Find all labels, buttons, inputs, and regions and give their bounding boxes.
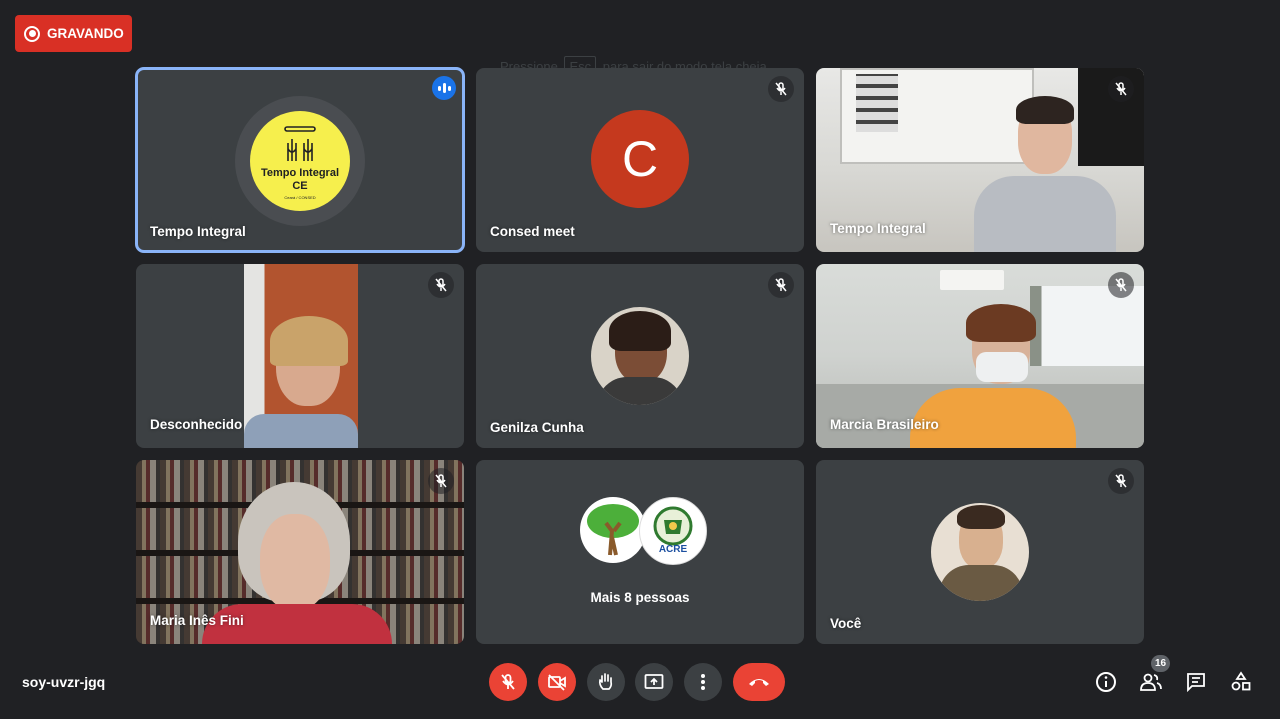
more-participants-tile[interactable]: ACRE Mais 8 pessoas	[476, 460, 804, 644]
camera-toggle-button[interactable]	[538, 663, 576, 701]
tree-logo	[580, 497, 646, 563]
raise-hand-icon	[598, 673, 613, 690]
record-icon	[24, 25, 40, 42]
activities-button[interactable]	[1227, 668, 1255, 696]
present-icon	[644, 674, 664, 689]
participant-name: Tempo Integral	[150, 224, 246, 239]
participant-avatar	[591, 307, 689, 405]
air-conditioner	[940, 270, 1004, 290]
chat-icon	[1187, 673, 1205, 693]
more-participants-label: Mais 8 pessoas	[590, 590, 690, 605]
video-off-icon	[548, 674, 566, 691]
poster	[856, 74, 898, 132]
participant-tile-tempo-integral-logo[interactable]: Tempo Integral CE Ceará / CONSED Tempo I…	[135, 67, 465, 253]
microphone-toggle-button[interactable]	[489, 663, 527, 701]
mic-off-icon	[501, 674, 515, 690]
participant-name: Maria Inês Fini	[150, 613, 244, 628]
speaking-icon	[432, 76, 456, 100]
people-icon	[1140, 673, 1162, 691]
mic-off-icon	[1108, 76, 1134, 102]
participant-tile-maria-ines-fini[interactable]: Maria Inês Fini	[136, 460, 464, 644]
raise-hand-button[interactable]	[587, 663, 625, 701]
participant-avatar: Tempo Integral CE Ceará / CONSED	[235, 96, 365, 226]
participant-video	[244, 264, 358, 448]
participant-avatar: C	[591, 110, 689, 208]
participant-tile-genilza-cunha[interactable]: Genilza Cunha	[476, 264, 804, 448]
person-video	[966, 96, 1116, 252]
acre-logo: ACRE	[639, 497, 707, 565]
mic-off-icon	[768, 272, 794, 298]
participant-name: Você	[830, 616, 862, 631]
participant-tile-self[interactable]: Você	[816, 460, 1144, 644]
more-icon	[701, 674, 705, 690]
participant-name: Genilza Cunha	[490, 420, 584, 435]
participant-avatar-group: ACRE	[580, 497, 708, 565]
mic-off-icon	[428, 272, 454, 298]
acre-logo-text: ACRE	[658, 544, 688, 555]
participant-tile-marcia-brasileiro[interactable]: Marcia Brasileiro	[816, 264, 1144, 448]
more-options-button[interactable]	[684, 663, 722, 701]
participant-name: Tempo Integral	[830, 221, 926, 236]
recording-badge: GRAVANDO	[15, 15, 132, 52]
participant-tile-tempo-integral-video[interactable]: Tempo Integral	[816, 68, 1144, 252]
recording-label: GRAVANDO	[47, 26, 124, 41]
chat-button[interactable]	[1182, 668, 1210, 696]
present-screen-button[interactable]	[635, 663, 673, 701]
participant-name: Desconhecido	[150, 417, 243, 432]
participant-tile-desconhecido[interactable]: Desconhecido	[136, 264, 464, 448]
meeting-details-button[interactable]	[1092, 668, 1120, 696]
end-call-icon	[749, 679, 769, 686]
tempo-integral-logo: Tempo Integral CE Ceará / CONSED	[250, 111, 350, 211]
mic-off-icon	[1108, 468, 1134, 494]
participants-button[interactable]	[1137, 668, 1165, 696]
mic-off-icon	[768, 76, 794, 102]
mic-off-icon	[428, 468, 454, 494]
participant-tile-consed-meet[interactable]: C Consed meet	[476, 68, 804, 252]
participant-count-badge: 16	[1151, 655, 1170, 672]
participant-avatar	[931, 503, 1029, 601]
participant-name: Marcia Brasileiro	[830, 417, 939, 432]
leave-call-button[interactable]	[733, 663, 785, 701]
participant-name: Consed meet	[490, 224, 575, 239]
meeting-code: soy-uvzr-jgq	[22, 674, 106, 690]
activities-icon	[1231, 671, 1251, 691]
mic-off-icon	[1108, 272, 1134, 298]
raised-hands-icon	[284, 126, 316, 161]
info-icon	[1096, 672, 1116, 692]
